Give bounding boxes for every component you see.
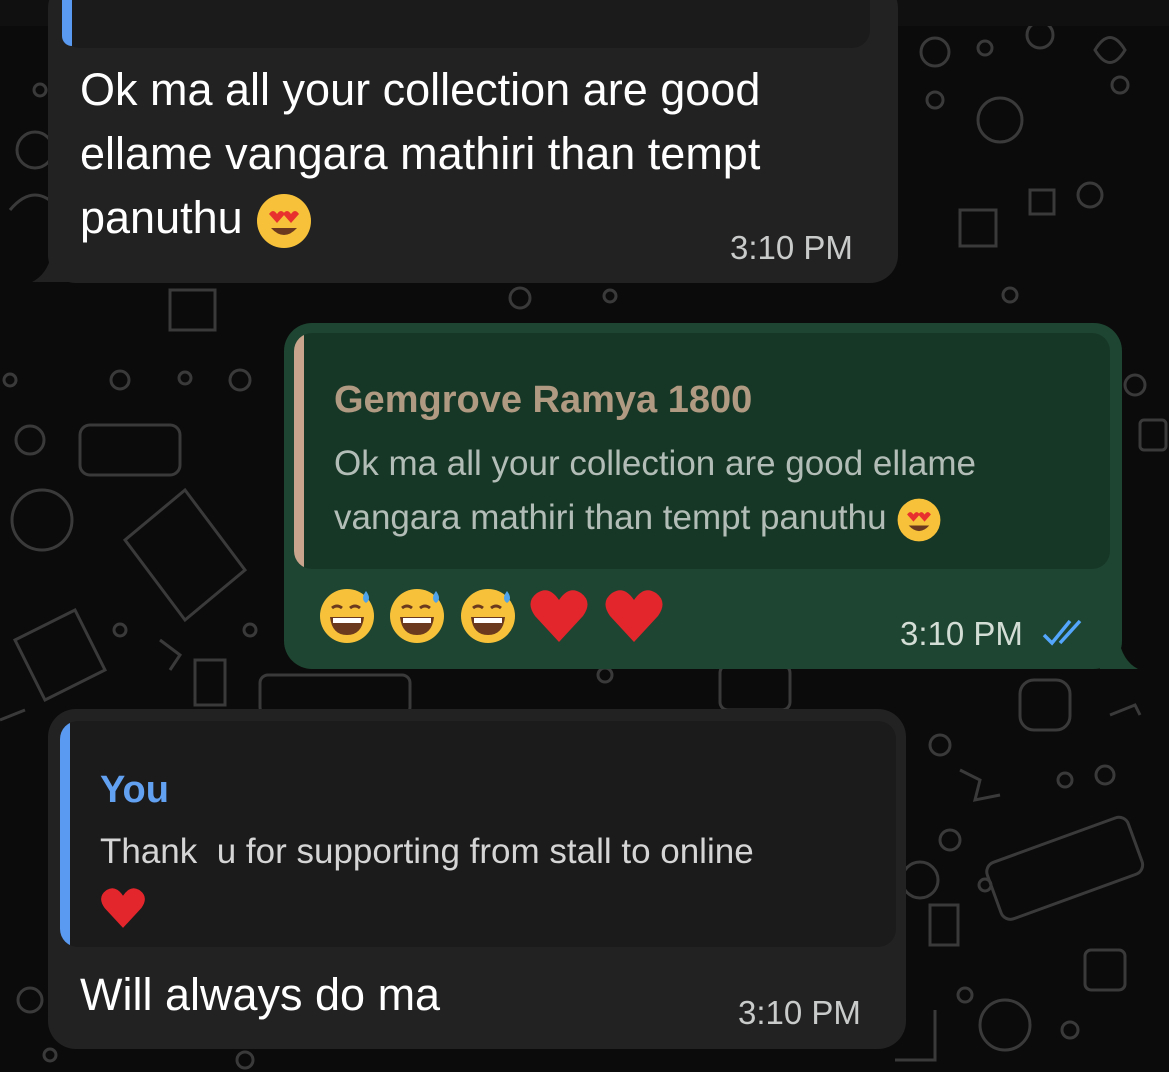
quote-text: Thank u for supporting from stall to onl… xyxy=(100,825,890,933)
quote-author: Gemgrove Ramya 1800 xyxy=(334,379,753,421)
quote-text: Ok ma all your collection are good ellam… xyxy=(334,437,1104,545)
bubble-tail xyxy=(32,252,70,282)
chat-screen: Ok ma all your collection are good ellam… xyxy=(0,0,1169,1072)
message-time: 3:10 PM xyxy=(738,994,861,1031)
message-time: 3:10 PM xyxy=(900,615,1023,652)
quote-author: You xyxy=(100,769,169,811)
quote-bar xyxy=(294,333,304,569)
heart-eyes-emoji xyxy=(896,497,942,543)
quoted-message[interactable]: Gemgrove Ramya 1800 Ok ma all your colle… xyxy=(294,333,1110,569)
message-text: Ok ma all your collection are good ellam… xyxy=(80,58,880,250)
message-bubble-incoming[interactable]: Ok ma all your collection are good ellam… xyxy=(48,0,898,283)
sweat-smile-emoji xyxy=(388,587,446,645)
message-bubble-outgoing[interactable]: Gemgrove Ramya 1800 Ok ma all your colle… xyxy=(284,323,1122,669)
quoted-message[interactable]: You Thank u for supporting from stall to… xyxy=(60,721,896,947)
quote-bar xyxy=(62,0,72,46)
heart-eyes-emoji xyxy=(255,192,313,250)
message-bubble-incoming[interactable]: You Thank u for supporting from stall to… xyxy=(48,709,906,1049)
quote-bar xyxy=(60,721,70,947)
red-heart-emoji xyxy=(100,886,146,930)
sweat-smile-emoji xyxy=(318,587,376,645)
message-time: 3:10 PM xyxy=(730,229,853,266)
quoted-message-stub[interactable] xyxy=(62,0,870,48)
bubble-tail xyxy=(1100,636,1138,669)
red-heart-emoji xyxy=(529,588,589,644)
emoji-row xyxy=(318,587,664,647)
sweat-smile-emoji xyxy=(459,587,517,645)
double-check-icon xyxy=(1042,619,1082,646)
red-heart-emoji xyxy=(604,588,664,644)
